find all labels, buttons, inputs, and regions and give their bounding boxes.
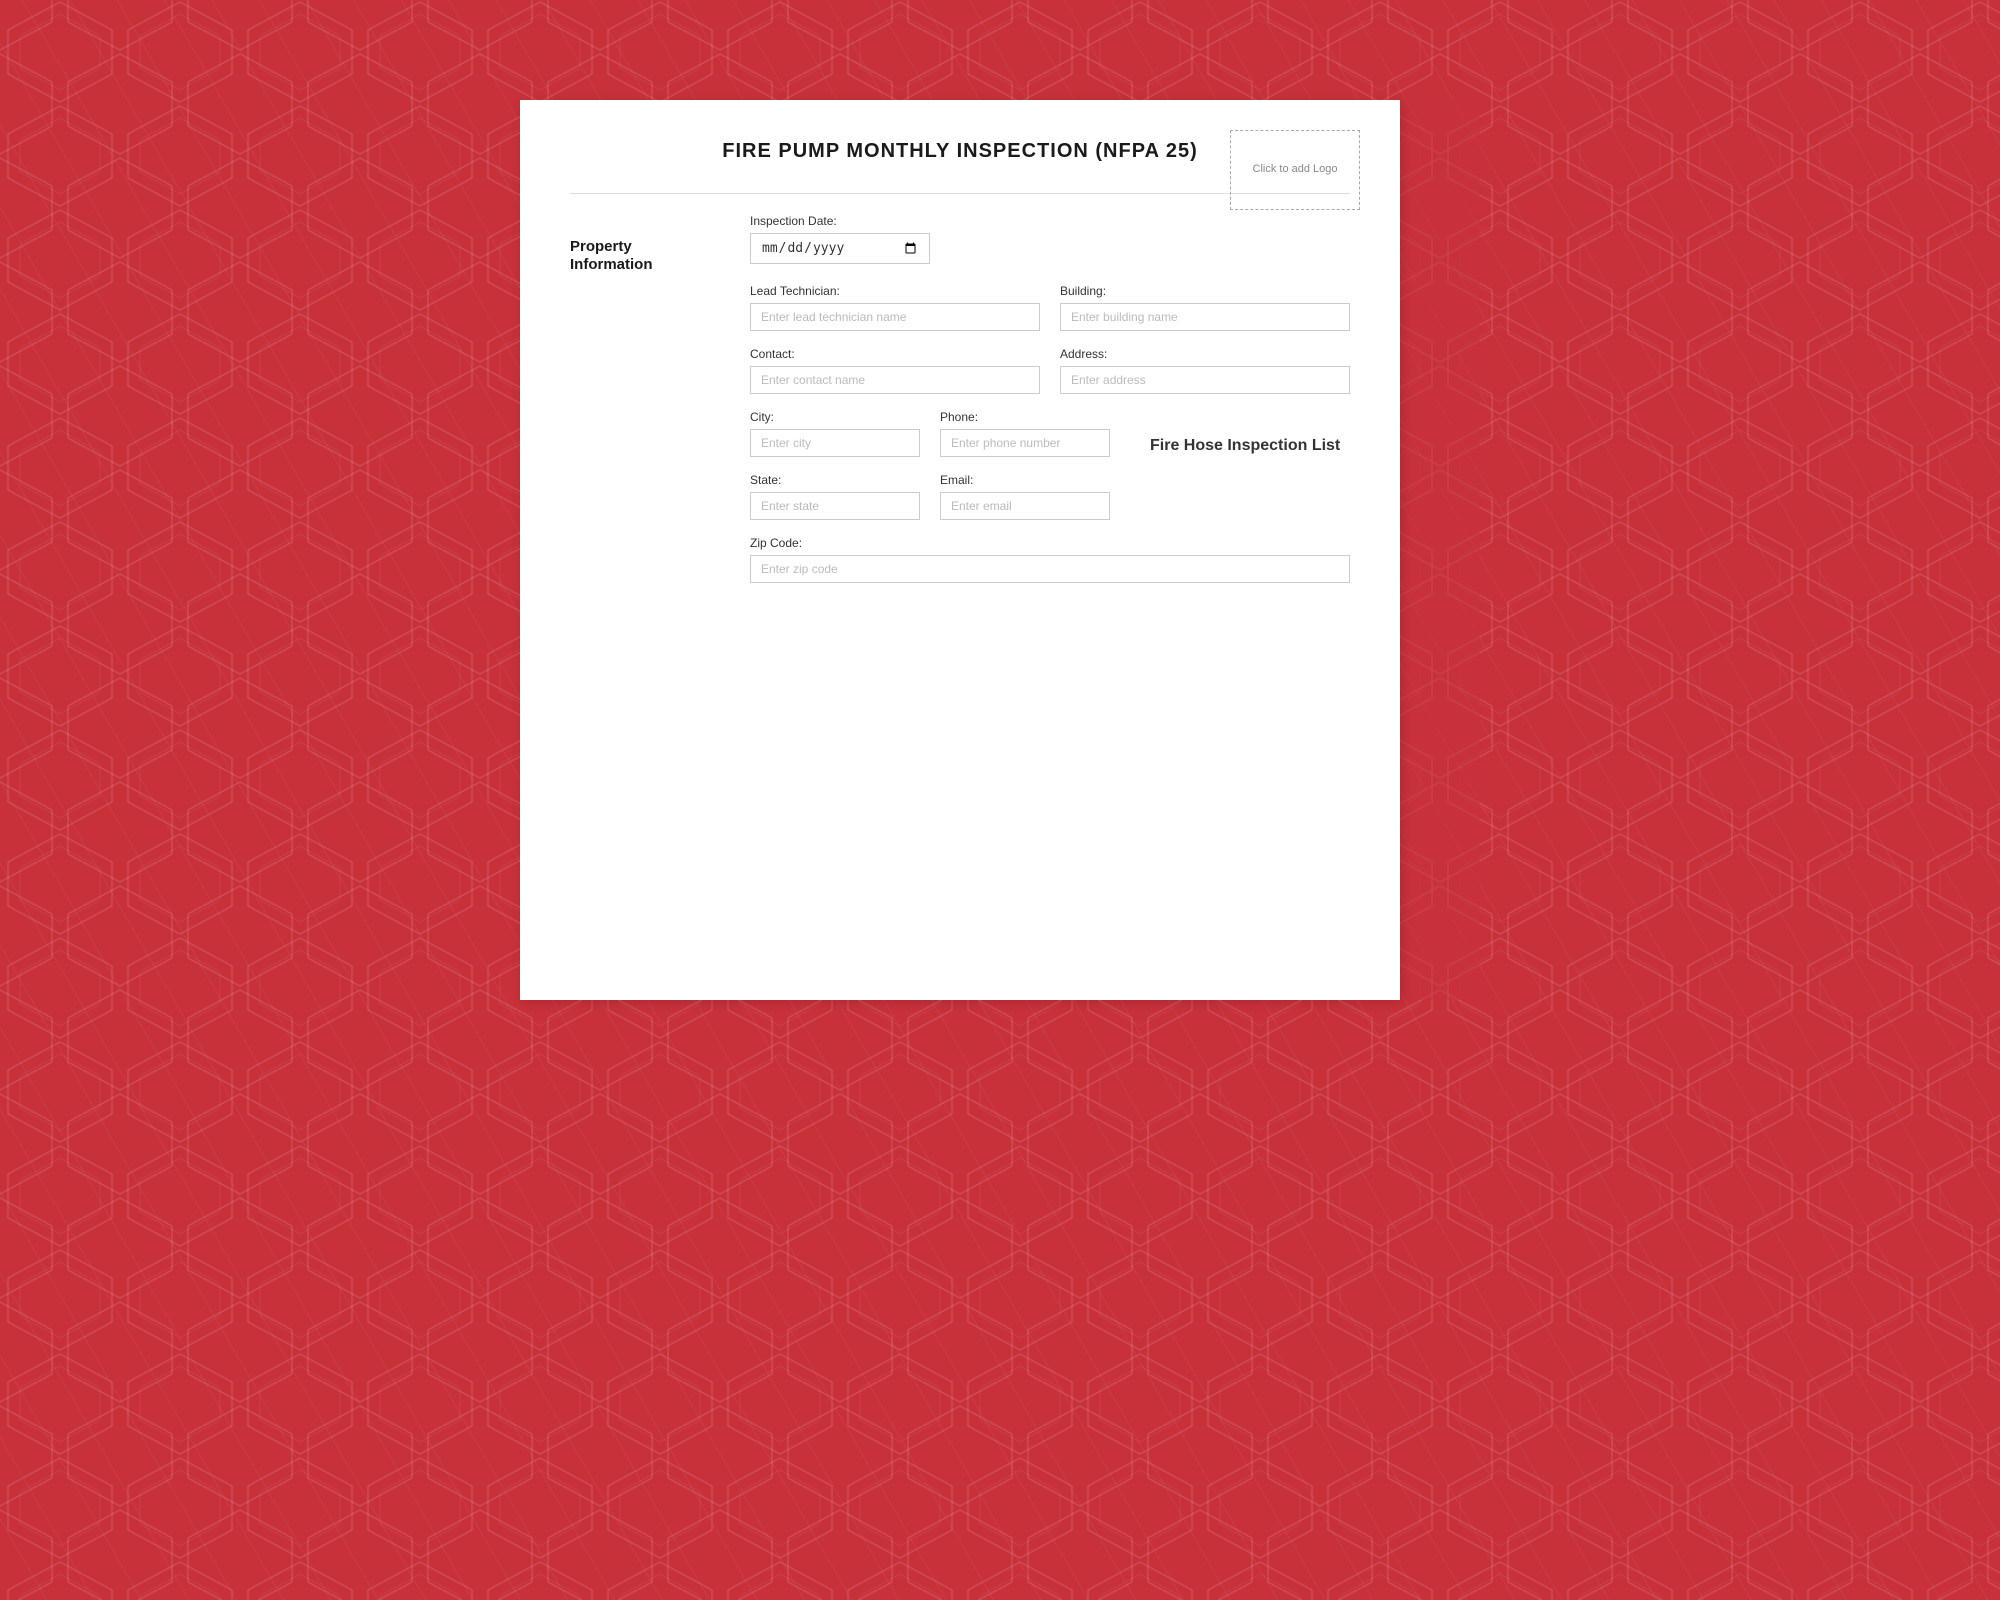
- zip-row: Zip Code:: [750, 536, 1350, 583]
- property-information-label: Property Information: [570, 238, 653, 273]
- lead-technician-group: Lead Technician:: [750, 284, 1040, 331]
- phone-label: Phone:: [940, 410, 1110, 424]
- fire-hose-inspection-title: Fire Hose Inspection List: [1150, 437, 1340, 454]
- property-header-row: Property Information Inspection Date: Le…: [570, 214, 1350, 599]
- state-input[interactable]: [750, 492, 920, 520]
- city-input[interactable]: [750, 429, 920, 457]
- form-fields-col: Inspection Date: Lead Technician: Buildi…: [750, 214, 1350, 599]
- lead-building-row: Lead Technician: Building:: [750, 284, 1350, 331]
- building-group: Building:: [1060, 284, 1350, 331]
- contact-input[interactable]: [750, 366, 1040, 394]
- building-input[interactable]: [1060, 303, 1350, 331]
- city-phone-row: City: Phone: Fire Hose Inspection List: [750, 410, 1350, 457]
- state-group: State:: [750, 473, 920, 520]
- lead-technician-input[interactable]: [750, 303, 1040, 331]
- logo-upload-box[interactable]: Click to add Logo: [1230, 130, 1360, 210]
- inspection-date-input[interactable]: [750, 233, 930, 264]
- building-label: Building:: [1060, 284, 1350, 298]
- state-label: State:: [750, 473, 920, 487]
- contact-label: Contact:: [750, 347, 1040, 361]
- phone-input[interactable]: [940, 429, 1110, 457]
- zip-group: Zip Code:: [750, 536, 1350, 583]
- address-group: Address:: [1060, 347, 1350, 394]
- lead-technician-label: Lead Technician:: [750, 284, 1040, 298]
- form-container: FIRE PUMP MONTHLY INSPECTION (NFPA 25) C…: [520, 100, 1400, 1000]
- address-label: Address:: [1060, 347, 1350, 361]
- zip-input[interactable]: [750, 555, 1350, 583]
- email-group: Email:: [940, 473, 1110, 520]
- inspection-date-label: Inspection Date:: [750, 214, 1350, 228]
- state-email-row: State: Email:: [750, 473, 1350, 520]
- page-wrapper: FIRE PUMP MONTHLY INSPECTION (NFPA 25) C…: [520, 100, 1480, 1000]
- fire-hose-title-container: Fire Hose Inspection List: [1130, 437, 1350, 457]
- email-label: Email:: [940, 473, 1110, 487]
- logo-box-text: Click to add Logo: [1253, 162, 1338, 177]
- address-input[interactable]: [1060, 366, 1350, 394]
- inspection-date-group: Inspection Date:: [750, 214, 1350, 264]
- phone-group: Phone:: [940, 410, 1110, 457]
- zip-label: Zip Code:: [750, 536, 1350, 550]
- right-panel: [1400, 100, 1480, 1000]
- contact-group: Contact:: [750, 347, 1040, 394]
- property-label-col: Property Information: [570, 214, 710, 274]
- main-content-area: Property Information Inspection Date: Le…: [570, 214, 1350, 599]
- city-group: City:: [750, 410, 920, 457]
- contact-address-row: Contact: Address:: [750, 347, 1350, 394]
- city-label: City:: [750, 410, 920, 424]
- form-header: FIRE PUMP MONTHLY INSPECTION (NFPA 25) C…: [570, 140, 1350, 163]
- email-input[interactable]: [940, 492, 1110, 520]
